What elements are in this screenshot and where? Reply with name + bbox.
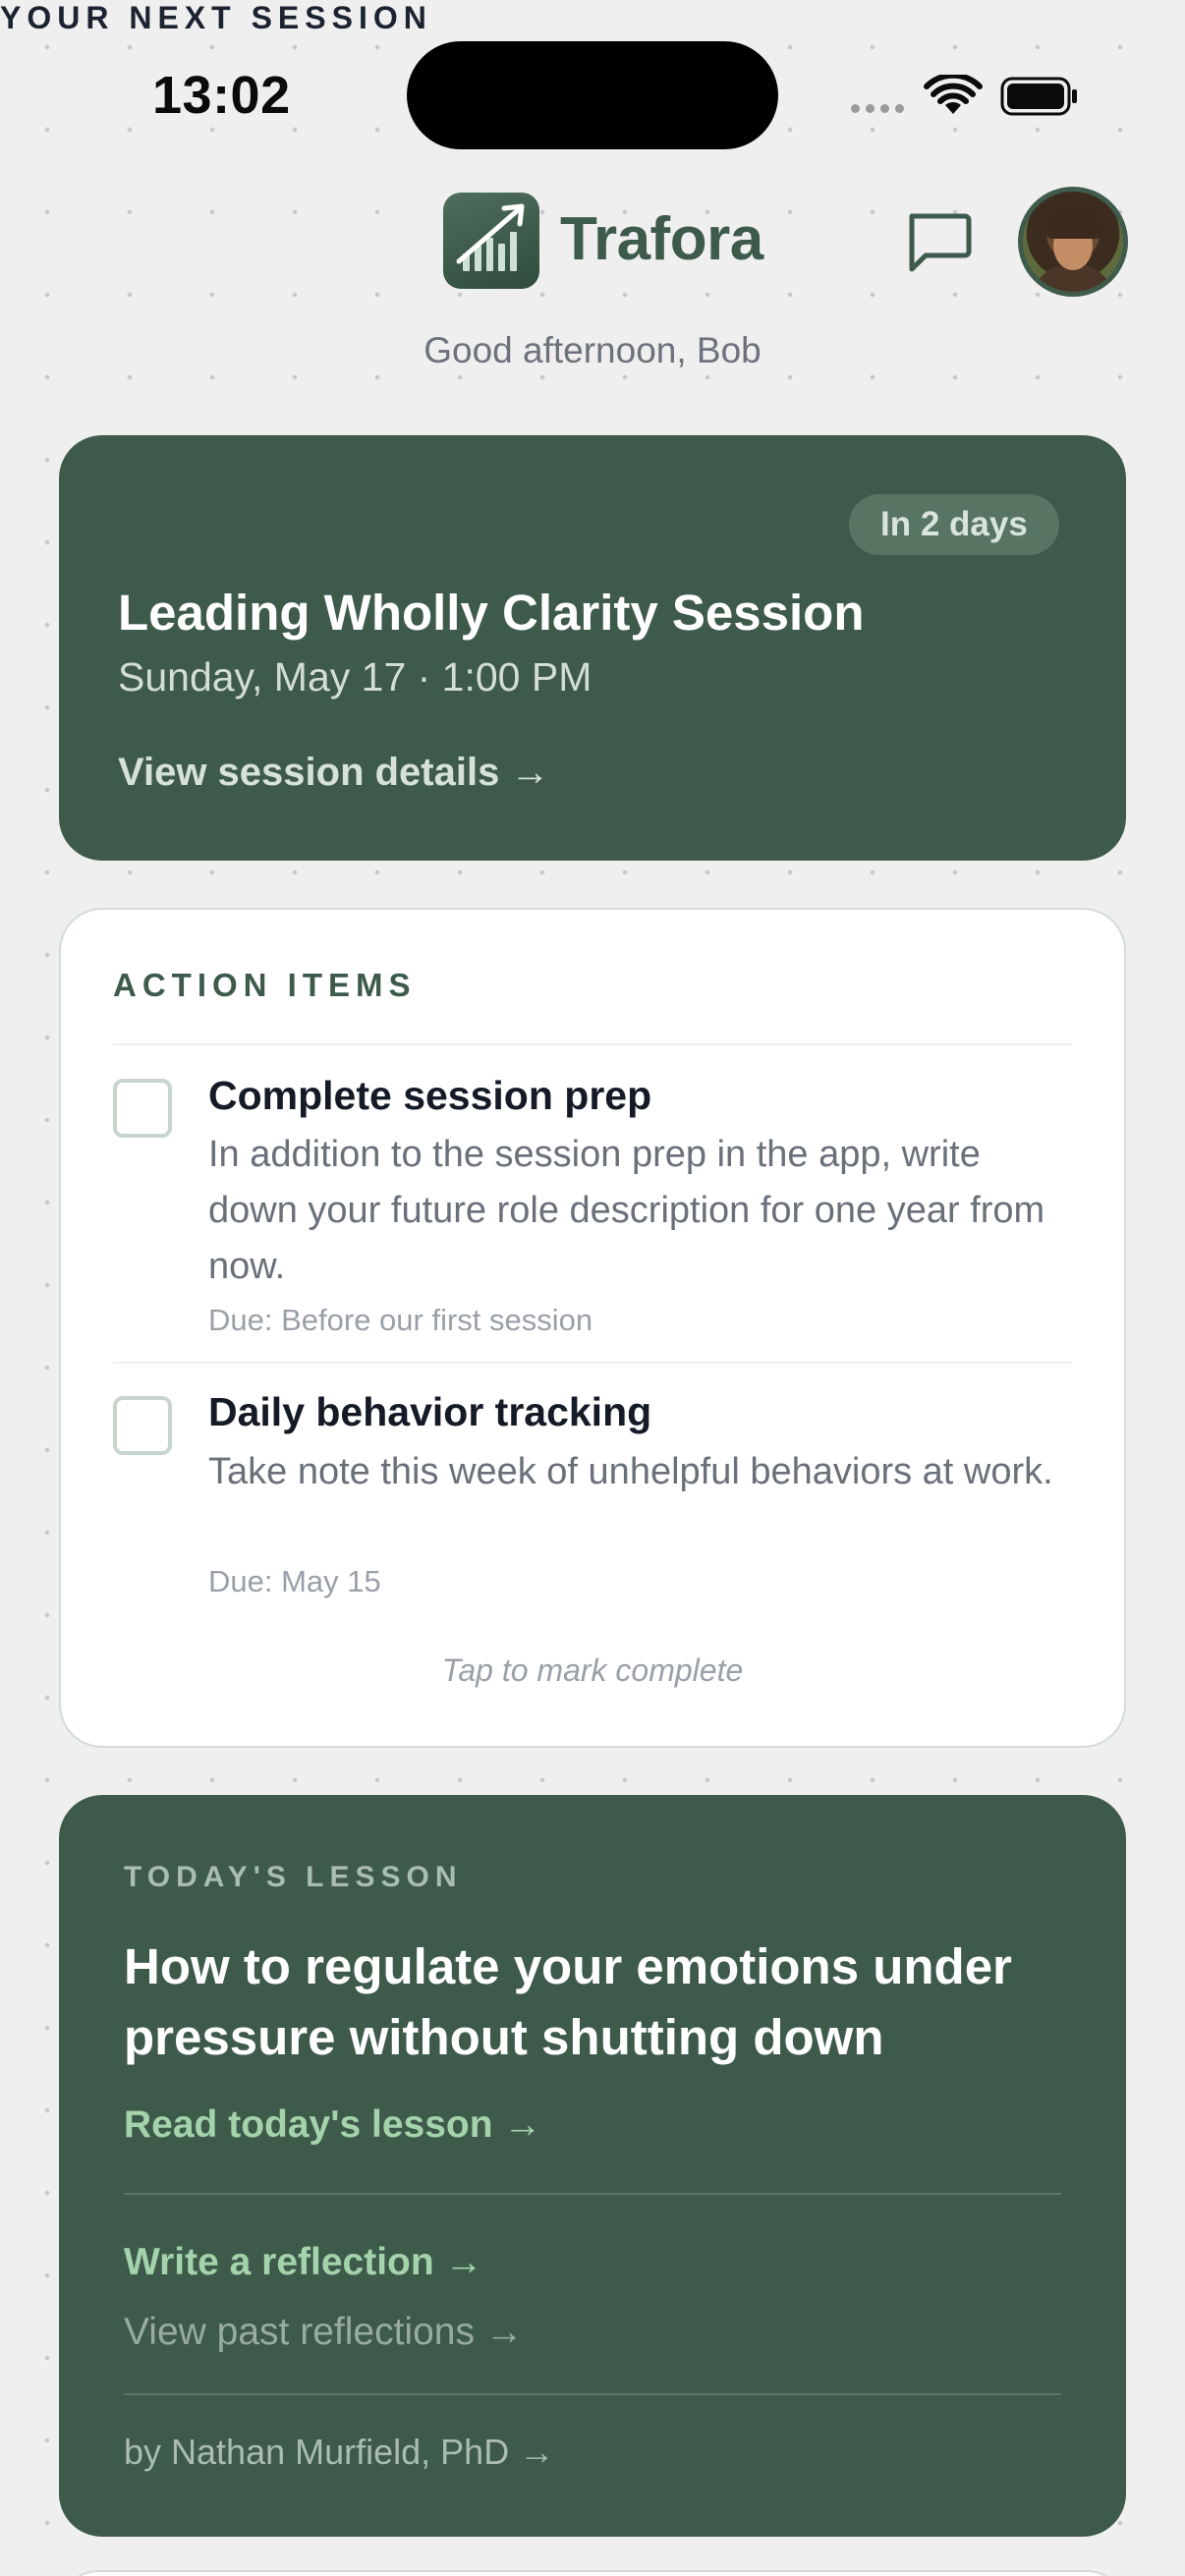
app-name: Trafora — [560, 205, 763, 273]
battery-icon — [1000, 77, 1077, 116]
wifi-icon — [924, 75, 983, 114]
action-item-description: Take note this week of unhelpful behavio… — [208, 1451, 1053, 1492]
session-title: Leading Wholly Clarity Session — [118, 585, 865, 641]
view-session-details-link[interactable]: View session details → — [118, 751, 549, 795]
author-link[interactable]: by Nathan Murfield, PhD → — [124, 2432, 554, 2473]
divider — [113, 1362, 1072, 1364]
divider — [113, 1043, 1072, 1045]
write-reflection-link[interactable]: Write a reflection → — [124, 2241, 483, 2284]
user-avatar[interactable] — [1018, 187, 1128, 297]
action-item-checkbox[interactable] — [113, 1396, 172, 1455]
status-time: 13:02 — [152, 66, 291, 125]
action-items-heading: ACTION ITEMS — [113, 967, 417, 1003]
action-item-due: Due: May 15 — [208, 1564, 381, 1598]
chat-bubble-icon[interactable] — [904, 210, 973, 275]
action-item-title[interactable]: Complete session prep — [208, 1073, 651, 1119]
divider — [124, 2193, 1061, 2195]
session-countdown-badge: In 2 days — [849, 494, 1059, 555]
next-session-eyebrow: YOUR NEXT SESSION — [0, 0, 432, 35]
lesson-eyebrow: TODAY'S LESSON — [124, 1861, 463, 1893]
past-reflections-link[interactable]: View past reflections → — [124, 2311, 524, 2354]
next-card-peek — [59, 2570, 1126, 2576]
lesson-title: How to regulate your emotions under pres… — [124, 1938, 1012, 2065]
session-datetime: Sunday, May 17 · 1:00 PM — [118, 654, 592, 700]
read-lesson-link[interactable]: Read today's lesson → — [124, 2103, 541, 2147]
action-item-due: Due: Before our first session — [208, 1303, 593, 1337]
cellular-signal-icon — [851, 104, 904, 113]
divider — [124, 2393, 1061, 2395]
action-item-checkbox[interactable] — [113, 1079, 172, 1138]
action-item-description: In addition to the session prep in the a… — [208, 1134, 1045, 1287]
app-logo-icon — [443, 193, 539, 289]
tap-hint: Tap to mark complete — [441, 1652, 744, 1688]
todays-lesson-card — [59, 1795, 1126, 2537]
greeting-text: Good afternoon, Bob — [423, 330, 762, 370]
dynamic-island — [407, 41, 778, 149]
action-item-title[interactable]: Daily behavior tracking — [208, 1389, 651, 1435]
